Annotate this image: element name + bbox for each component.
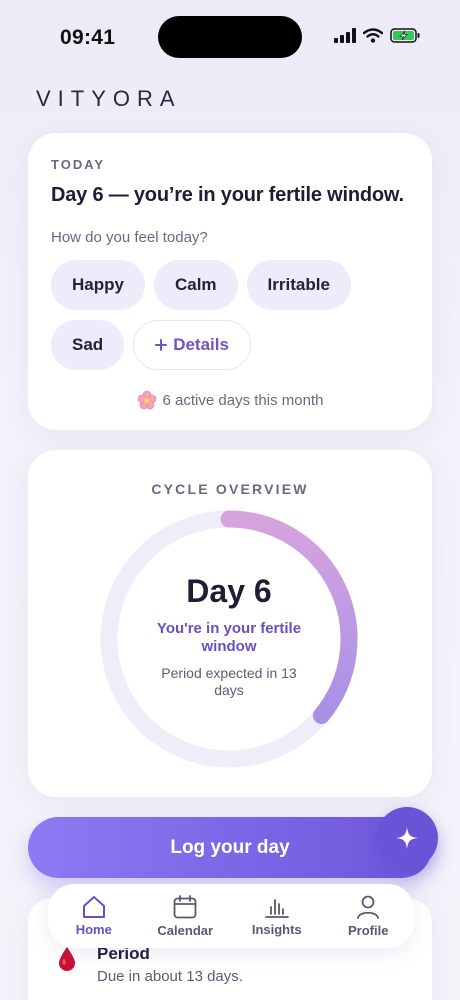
today-card: TODAY Day 6 — you’re in your fertile win… — [28, 133, 432, 430]
dynamic-island — [158, 16, 302, 58]
cycle-overview-card: CYCLE OVERVIEW Day 6 You're in your fert… — [28, 450, 432, 797]
status-icons — [334, 28, 420, 43]
today-headline: Day 6 — you’re in your fertile window. — [51, 184, 404, 206]
cycle-day: Day 6 — [186, 573, 272, 609]
battery-charging-icon — [390, 28, 420, 43]
calendar-icon — [173, 895, 197, 919]
brand-logo: VITYORA — [36, 86, 182, 111]
sparkle-icon — [396, 827, 418, 849]
cycle-ring-center: Day 6 You're in your fertile window Peri… — [100, 510, 358, 768]
today-eyebrow: TODAY — [51, 157, 106, 172]
tab-profile[interactable]: Profile — [323, 884, 415, 948]
cycle-status: You're in your fertile window — [156, 620, 302, 655]
home-icon — [82, 896, 105, 918]
status-bar: 09:41 — [0, 0, 460, 70]
cycle-expected: Period expected in 13 days — [161, 665, 297, 698]
active-days-text: 6 active days this month — [162, 391, 324, 409]
blood-drop-icon — [59, 947, 75, 971]
details-label: Details — [173, 335, 229, 354]
profile-icon — [357, 895, 380, 919]
details-button[interactable]: Details — [133, 320, 251, 370]
tab-insights-label: Insights — [251, 922, 302, 937]
chart-icon — [264, 899, 289, 918]
bottom-tab-bar: Home Calendar Insights Profile — [48, 884, 414, 948]
wifi-icon — [363, 28, 383, 43]
tab-profile-label: Profile — [348, 923, 389, 938]
mood-chip-irritable[interactable]: Irritable — [246, 260, 351, 310]
tab-insights[interactable]: Insights — [231, 884, 323, 948]
mood-prompt: How do you feel today? — [51, 229, 208, 246]
active-days: 6 active days this month — [51, 390, 409, 410]
period-subtitle: Due in about 13 days. — [97, 968, 243, 985]
status-time: 09:41 — [60, 26, 116, 49]
cycle-overview-title: CYCLE OVERVIEW — [151, 481, 309, 497]
log-your-day-button[interactable]: Log your day — [28, 817, 432, 878]
plus-icon — [155, 339, 168, 351]
mood-chip-calm[interactable]: Calm — [153, 260, 238, 310]
tab-calendar-label: Calendar — [157, 923, 214, 938]
tab-calendar[interactable]: Calendar — [140, 884, 232, 948]
mood-chips: Happy Calm Irritable Sad Details — [51, 260, 381, 370]
mood-chip-happy[interactable]: Happy — [51, 260, 145, 310]
tab-home[interactable]: Home — [48, 884, 140, 948]
flower-icon — [137, 390, 156, 410]
tab-home-label: Home — [75, 922, 112, 937]
ai-sparkle-button[interactable] — [376, 807, 438, 869]
cellular-signal-icon — [334, 28, 356, 43]
mood-chip-sad[interactable]: Sad — [51, 320, 125, 370]
